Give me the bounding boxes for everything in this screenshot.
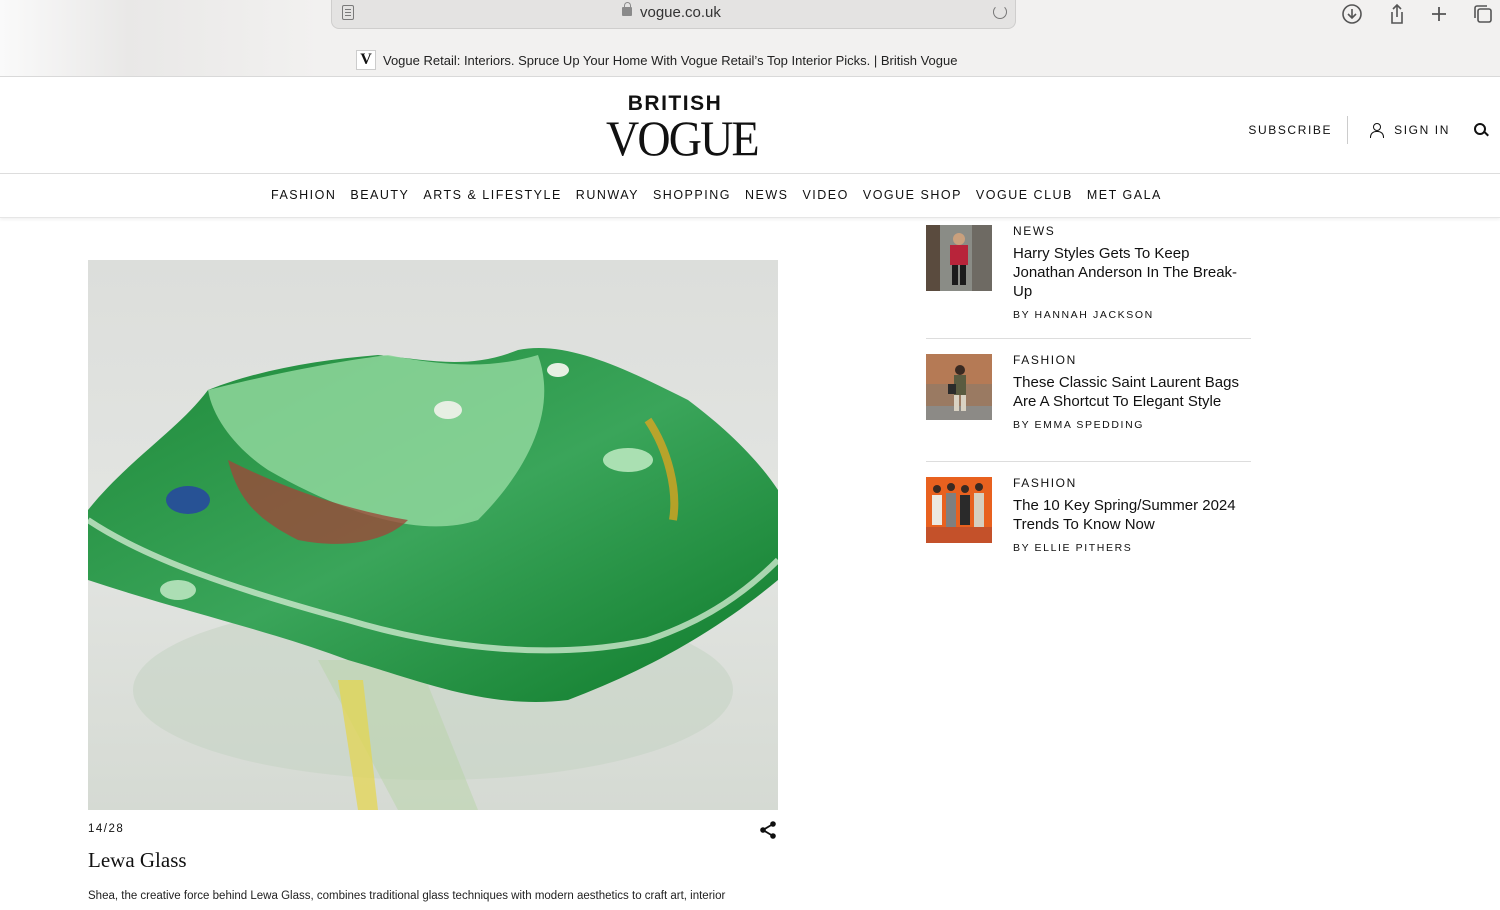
story-category[interactable]: NEWS: [1013, 224, 1251, 238]
nav-vogue-club[interactable]: VOGUE CLUB: [976, 188, 1073, 202]
new-tab-icon[interactable]: [1428, 3, 1450, 25]
main-nav: FASHION BEAUTY ARTS & LIFESTYLE RUNWAY S…: [0, 173, 1500, 218]
nav-video[interactable]: VIDEO: [802, 188, 848, 202]
address-bar[interactable]: vogue.co.uk: [331, 0, 1016, 29]
sidebar-stories: NEWS Harry Styles Gets To Keep Jonathan …: [926, 224, 1251, 574]
story-thumbnail[interactable]: [926, 477, 992, 543]
nav-vogue-shop[interactable]: VOGUE SHOP: [863, 188, 962, 202]
story-headline[interactable]: Harry Styles Gets To Keep Jonathan Ander…: [1013, 244, 1251, 301]
site-logo[interactable]: BRITISH VOGUE: [600, 92, 760, 166]
tab-title: Vogue Retail: Interiors. Spruce Up Your …: [383, 52, 958, 68]
story-byline: BY EMMA SPEDDING: [1013, 419, 1145, 431]
share-browser-icon[interactable]: [1386, 3, 1408, 25]
search-icon[interactable]: [1474, 123, 1488, 137]
tabs-overview-icon[interactable]: [1472, 3, 1494, 25]
story-headline[interactable]: These Classic Saint Laurent Bags Are A S…: [1013, 373, 1251, 411]
download-icon[interactable]: [1341, 3, 1363, 25]
story-category[interactable]: FASHION: [1013, 476, 1251, 490]
slide-counter: 14/28: [88, 823, 125, 835]
story-byline: BY HANNAH JACKSON: [1013, 309, 1154, 321]
nav-runway[interactable]: RUNWAY: [576, 188, 639, 202]
reader-icon[interactable]: [342, 5, 354, 20]
url-text[interactable]: vogue.co.uk: [640, 4, 721, 21]
story-headline[interactable]: The 10 Key Spring/Summer 2024 Trends To …: [1013, 496, 1251, 534]
nav-fashion[interactable]: FASHION: [271, 188, 336, 202]
header-actions: SUBSCRIBE SIGN IN: [1248, 116, 1488, 144]
story-card[interactable]: NEWS Harry Styles Gets To Keep Jonathan …: [926, 224, 1251, 339]
sign-in-label: SIGN IN: [1394, 123, 1450, 137]
reload-icon[interactable]: [993, 5, 1007, 19]
story-card[interactable]: FASHION These Classic Saint Laurent Bags…: [926, 353, 1251, 462]
story-byline: BY ELLIE PITHERS: [1013, 542, 1133, 554]
lock-icon: [622, 2, 632, 16]
sign-in-link[interactable]: SIGN IN: [1370, 123, 1450, 138]
browser-chrome: vogue.co.uk V Vogue Retail: Interiors. S…: [0, 0, 1500, 77]
active-tab[interactable]: V Vogue Retail: Interiors. Spruce Up You…: [356, 50, 958, 70]
nav-arts-lifestyle[interactable]: ARTS & LIFESTYLE: [423, 188, 561, 202]
nav-met-gala[interactable]: MET GALA: [1087, 188, 1162, 202]
favicon: V: [356, 50, 376, 70]
story-thumbnail[interactable]: [926, 354, 992, 420]
gallery-image[interactable]: [88, 260, 778, 810]
subscribe-link[interactable]: SUBSCRIBE: [1248, 116, 1349, 144]
nav-shopping[interactable]: SHOPPING: [653, 188, 731, 202]
story-card[interactable]: FASHION The 10 Key Spring/Summer 2024 Tr…: [926, 476, 1251, 574]
story-category[interactable]: FASHION: [1013, 353, 1251, 367]
logo-vogue: VOGUE: [606, 110, 760, 166]
slide-title: Lewa Glass: [88, 848, 187, 872]
story-thumbnail[interactable]: [926, 225, 992, 291]
user-icon: [1370, 123, 1385, 138]
nav-beauty[interactable]: BEAUTY: [350, 188, 409, 202]
nav-news[interactable]: NEWS: [745, 188, 789, 202]
share-icon[interactable]: [758, 820, 778, 840]
slide-description: Shea, the creative force behind Lewa Gla…: [88, 890, 726, 902]
